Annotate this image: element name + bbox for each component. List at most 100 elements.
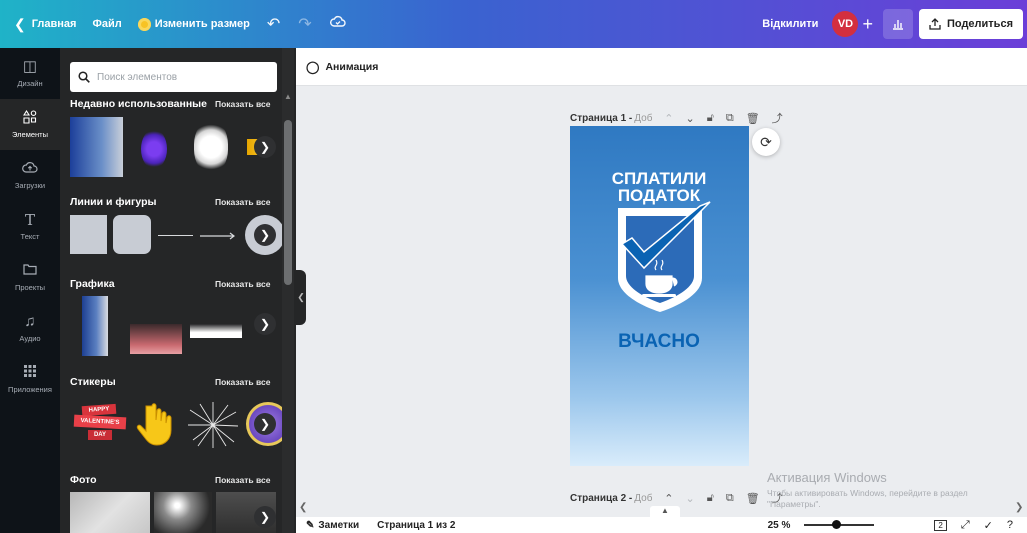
cloud-check-icon[interactable]	[321, 15, 355, 34]
page-1-header: Страница 1 - Добавить заголовок ⌃ ⌄ 🔓︎ ⧉…	[570, 110, 783, 126]
show-all-photos[interactable]: Показать все	[215, 475, 270, 485]
arrow-line-shape[interactable]	[200, 231, 238, 241]
hand-sticker[interactable]	[136, 400, 180, 450]
duplicate-icon[interactable]: ⧉	[726, 492, 734, 505]
line-shape[interactable]	[158, 235, 193, 236]
square-shape[interactable]	[70, 215, 107, 254]
file-menu-button[interactable]: Файл	[84, 9, 129, 39]
undo-icon[interactable]: ↶	[258, 14, 289, 34]
elements-panel: Недавно использованные Показать все ❯ Ли…	[60, 48, 296, 533]
page-counter[interactable]: Страница 1 из 2	[377, 520, 455, 531]
shapes-icon	[23, 109, 37, 127]
lock-icon[interactable]: 🔓︎	[707, 112, 714, 125]
blue-gradient-graphic[interactable]	[82, 296, 108, 356]
rail-item-projects[interactable]: Проекты	[0, 252, 60, 303]
zoom-slider-handle[interactable]	[832, 520, 842, 529]
show-all-lines-shapes[interactable]: Показать все	[215, 197, 270, 207]
section-title-recent: Недавно использованные	[70, 98, 207, 110]
bar-chart-icon	[892, 20, 903, 30]
gradient-tile[interactable]	[70, 117, 123, 177]
cloud-upload-icon	[22, 161, 38, 178]
text-icon: T	[24, 211, 35, 229]
design-text-line2: ПОДАТОК	[618, 186, 701, 205]
recent-next-button[interactable]: ❯	[254, 136, 276, 158]
unlock-label: Відкилити	[762, 18, 819, 30]
page-1-title-input[interactable]: Добавить заголовок	[634, 113, 652, 124]
search-input[interactable]	[97, 71, 267, 83]
stickers-next-button[interactable]: ❯	[254, 413, 276, 435]
lines-next-button[interactable]: ❯	[254, 224, 276, 246]
scroll-right-icon[interactable]: ❯	[1015, 502, 1023, 513]
check-circle-icon[interactable]: ✓	[984, 519, 993, 532]
resize-button[interactable]: Изменить размер	[130, 9, 258, 39]
trash-icon[interactable]: 🗑︎	[746, 112, 760, 125]
trash-icon[interactable]: 🗑︎	[746, 492, 760, 505]
rail-item-uploads[interactable]: Загрузки	[0, 150, 60, 201]
page-2-header: Страница 2 - Добавить заголовок ⌃ ⌄ 🔓︎ ⧉…	[570, 490, 783, 506]
fullscreen-icon[interactable]: ⤢	[961, 519, 970, 532]
lines-shapes-items: ❯	[70, 214, 285, 276]
rounded-square-shape[interactable]	[113, 215, 151, 254]
share-label: Поделиться	[946, 18, 1013, 30]
chevron-left-icon: ❮	[14, 15, 26, 32]
photo-tile[interactable]	[70, 492, 150, 533]
red-gradient-graphic[interactable]	[130, 324, 182, 354]
rail-item-elements[interactable]: Элементы	[0, 99, 60, 150]
help-icon[interactable]: ?	[1007, 519, 1013, 531]
animation-icon: ◯	[306, 59, 320, 74]
recent-items: ❯	[70, 117, 276, 179]
side-rail: ◫ Дизайн Элементы Загрузки T Текст Проек…	[0, 48, 60, 533]
page-1-label: Страница 1 -	[570, 112, 633, 124]
panel-scroll-thumb[interactable]	[284, 120, 292, 285]
stickers-items: HAPPY VALENTINE'S DAY ❯	[70, 394, 290, 456]
notes-button[interactable]: ✎ Заметки	[306, 520, 359, 531]
show-all-recent[interactable]: Показать все	[215, 99, 270, 109]
page-2-title-input[interactable]: Добавить заголовок	[634, 493, 652, 504]
unlock-button[interactable]: Відкилити	[754, 9, 826, 39]
rail-item-design[interactable]: ◫ Дизайн	[0, 48, 60, 99]
chevron-down-icon[interactable]: ⌄	[685, 492, 694, 505]
regenerate-button[interactable]: ⟳	[752, 128, 780, 156]
collapse-panel-button[interactable]: ❮	[296, 270, 306, 325]
rail-item-text[interactable]: T Текст	[0, 201, 60, 252]
page-2-label: Страница 2 -	[570, 492, 633, 504]
rail-item-audio[interactable]: ♫ Аудио	[0, 303, 60, 354]
chevron-up-icon[interactable]: ⌃	[664, 492, 673, 505]
share-button[interactable]: Поделиться	[918, 9, 1023, 39]
white-gradient-graphic[interactable]	[190, 324, 242, 338]
scroll-up-icon[interactable]: ▲	[283, 92, 293, 102]
apps-icon	[24, 365, 36, 382]
file-label: Файл	[92, 18, 122, 30]
insights-button[interactable]	[882, 9, 913, 39]
purple-blur-tile[interactable]	[133, 117, 178, 177]
white-blur-tile[interactable]	[192, 117, 232, 177]
animation-button[interactable]: Анимация	[325, 61, 378, 73]
photos-next-button[interactable]: ❯	[254, 506, 276, 528]
show-all-stickers[interactable]: Показать все	[215, 377, 270, 387]
graphics-next-button[interactable]: ❯	[254, 313, 276, 335]
photo-tile[interactable]	[154, 492, 212, 533]
redo-icon[interactable]: ↷	[289, 14, 320, 34]
lock-icon[interactable]: 🔓︎	[707, 492, 714, 505]
section-title-lines-shapes: Линии и фигуры	[70, 196, 157, 208]
chevron-up-icon[interactable]: ⌃	[664, 112, 673, 125]
duplicate-icon[interactable]: ⧉	[726, 112, 734, 125]
grid-view-icon[interactable]: 2	[934, 519, 947, 531]
home-button[interactable]: ❮ Главная	[0, 9, 84, 39]
zoom-slider[interactable]	[804, 520, 875, 529]
valentines-sticker[interactable]: HAPPY VALENTINE'S DAY	[73, 402, 127, 448]
show-all-graphics[interactable]: Показать все	[215, 279, 270, 289]
starburst-sticker[interactable]	[188, 402, 239, 448]
chevron-down-icon[interactable]: ⌄	[685, 112, 694, 125]
avatar[interactable]: VD	[832, 11, 859, 37]
design-page-1[interactable]: СПЛАТИЛИ ПОДАТОК ВЧАСНО	[570, 126, 749, 466]
scroll-left-icon[interactable]: ❮	[299, 502, 307, 513]
search-box[interactable]	[70, 62, 277, 92]
home-label: Главная	[31, 18, 77, 30]
refresh-icon: ⟳	[760, 133, 772, 150]
add-member-icon[interactable]: +	[862, 14, 873, 35]
zoom-level[interactable]: 25 %	[768, 520, 791, 531]
rail-item-apps[interactable]: Приложения	[0, 354, 60, 405]
photos-items: ❯	[70, 492, 276, 533]
add-page-icon[interactable]: ⤴	[772, 110, 783, 126]
